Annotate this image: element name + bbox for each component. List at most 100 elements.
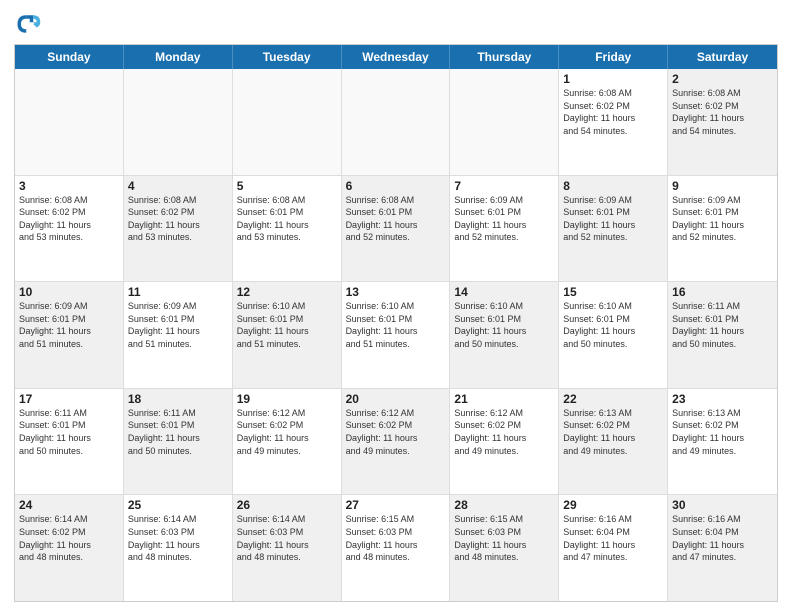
header — [14, 10, 778, 38]
day-info: Sunrise: 6:09 AM Sunset: 6:01 PM Dayligh… — [672, 194, 773, 244]
calendar-cell — [342, 69, 451, 175]
day-number: 3 — [19, 179, 119, 193]
day-number: 12 — [237, 285, 337, 299]
calendar-cell: 14Sunrise: 6:10 AM Sunset: 6:01 PM Dayli… — [450, 282, 559, 388]
calendar-cell: 17Sunrise: 6:11 AM Sunset: 6:01 PM Dayli… — [15, 389, 124, 495]
day-info: Sunrise: 6:16 AM Sunset: 6:04 PM Dayligh… — [672, 513, 773, 563]
day-number: 20 — [346, 392, 446, 406]
weekday-header: Tuesday — [233, 45, 342, 69]
day-number: 24 — [19, 498, 119, 512]
calendar-cell: 3Sunrise: 6:08 AM Sunset: 6:02 PM Daylig… — [15, 176, 124, 282]
day-info: Sunrise: 6:12 AM Sunset: 6:02 PM Dayligh… — [346, 407, 446, 457]
day-info: Sunrise: 6:12 AM Sunset: 6:02 PM Dayligh… — [237, 407, 337, 457]
day-number: 16 — [672, 285, 773, 299]
day-info: Sunrise: 6:08 AM Sunset: 6:02 PM Dayligh… — [19, 194, 119, 244]
calendar-cell: 10Sunrise: 6:09 AM Sunset: 6:01 PM Dayli… — [15, 282, 124, 388]
day-info: Sunrise: 6:11 AM Sunset: 6:01 PM Dayligh… — [19, 407, 119, 457]
day-info: Sunrise: 6:08 AM Sunset: 6:02 PM Dayligh… — [128, 194, 228, 244]
logo — [14, 10, 46, 38]
calendar-cell: 21Sunrise: 6:12 AM Sunset: 6:02 PM Dayli… — [450, 389, 559, 495]
day-number: 21 — [454, 392, 554, 406]
day-number: 13 — [346, 285, 446, 299]
day-number: 19 — [237, 392, 337, 406]
day-number: 5 — [237, 179, 337, 193]
day-number: 14 — [454, 285, 554, 299]
calendar-cell: 18Sunrise: 6:11 AM Sunset: 6:01 PM Dayli… — [124, 389, 233, 495]
calendar-cell: 28Sunrise: 6:15 AM Sunset: 6:03 PM Dayli… — [450, 495, 559, 601]
day-number: 30 — [672, 498, 773, 512]
calendar-cell: 9Sunrise: 6:09 AM Sunset: 6:01 PM Daylig… — [668, 176, 777, 282]
calendar-cell: 20Sunrise: 6:12 AM Sunset: 6:02 PM Dayli… — [342, 389, 451, 495]
day-info: Sunrise: 6:14 AM Sunset: 6:02 PM Dayligh… — [19, 513, 119, 563]
calendar-cell: 12Sunrise: 6:10 AM Sunset: 6:01 PM Dayli… — [233, 282, 342, 388]
calendar-cell — [233, 69, 342, 175]
calendar-header-row: SundayMondayTuesdayWednesdayThursdayFrid… — [15, 45, 777, 69]
page: SundayMondayTuesdayWednesdayThursdayFrid… — [0, 0, 792, 612]
calendar-cell: 5Sunrise: 6:08 AM Sunset: 6:01 PM Daylig… — [233, 176, 342, 282]
calendar-cell: 6Sunrise: 6:08 AM Sunset: 6:01 PM Daylig… — [342, 176, 451, 282]
calendar-cell: 16Sunrise: 6:11 AM Sunset: 6:01 PM Dayli… — [668, 282, 777, 388]
weekday-header: Wednesday — [342, 45, 451, 69]
calendar-cell: 24Sunrise: 6:14 AM Sunset: 6:02 PM Dayli… — [15, 495, 124, 601]
calendar-cell: 27Sunrise: 6:15 AM Sunset: 6:03 PM Dayli… — [342, 495, 451, 601]
logo-icon — [14, 10, 42, 38]
calendar-week-row: 24Sunrise: 6:14 AM Sunset: 6:02 PM Dayli… — [15, 495, 777, 601]
weekday-header: Friday — [559, 45, 668, 69]
calendar-cell — [15, 69, 124, 175]
day-info: Sunrise: 6:16 AM Sunset: 6:04 PM Dayligh… — [563, 513, 663, 563]
day-number: 28 — [454, 498, 554, 512]
day-info: Sunrise: 6:14 AM Sunset: 6:03 PM Dayligh… — [128, 513, 228, 563]
calendar-week-row: 17Sunrise: 6:11 AM Sunset: 6:01 PM Dayli… — [15, 389, 777, 496]
day-number: 23 — [672, 392, 773, 406]
day-info: Sunrise: 6:08 AM Sunset: 6:02 PM Dayligh… — [563, 87, 663, 137]
calendar-cell: 13Sunrise: 6:10 AM Sunset: 6:01 PM Dayli… — [342, 282, 451, 388]
day-info: Sunrise: 6:09 AM Sunset: 6:01 PM Dayligh… — [19, 300, 119, 350]
calendar-cell: 22Sunrise: 6:13 AM Sunset: 6:02 PM Dayli… — [559, 389, 668, 495]
calendar-cell: 4Sunrise: 6:08 AM Sunset: 6:02 PM Daylig… — [124, 176, 233, 282]
day-info: Sunrise: 6:09 AM Sunset: 6:01 PM Dayligh… — [128, 300, 228, 350]
calendar-cell: 7Sunrise: 6:09 AM Sunset: 6:01 PM Daylig… — [450, 176, 559, 282]
calendar-week-row: 1Sunrise: 6:08 AM Sunset: 6:02 PM Daylig… — [15, 69, 777, 176]
day-info: Sunrise: 6:10 AM Sunset: 6:01 PM Dayligh… — [346, 300, 446, 350]
calendar-cell: 8Sunrise: 6:09 AM Sunset: 6:01 PM Daylig… — [559, 176, 668, 282]
day-number: 1 — [563, 72, 663, 86]
calendar-cell: 26Sunrise: 6:14 AM Sunset: 6:03 PM Dayli… — [233, 495, 342, 601]
calendar: SundayMondayTuesdayWednesdayThursdayFrid… — [14, 44, 778, 602]
day-number: 27 — [346, 498, 446, 512]
day-info: Sunrise: 6:08 AM Sunset: 6:02 PM Dayligh… — [672, 87, 773, 137]
day-number: 17 — [19, 392, 119, 406]
day-number: 22 — [563, 392, 663, 406]
calendar-cell — [450, 69, 559, 175]
calendar-cell: 15Sunrise: 6:10 AM Sunset: 6:01 PM Dayli… — [559, 282, 668, 388]
calendar-body: 1Sunrise: 6:08 AM Sunset: 6:02 PM Daylig… — [15, 69, 777, 601]
day-number: 8 — [563, 179, 663, 193]
calendar-week-row: 3Sunrise: 6:08 AM Sunset: 6:02 PM Daylig… — [15, 176, 777, 283]
day-info: Sunrise: 6:08 AM Sunset: 6:01 PM Dayligh… — [346, 194, 446, 244]
calendar-cell: 1Sunrise: 6:08 AM Sunset: 6:02 PM Daylig… — [559, 69, 668, 175]
day-info: Sunrise: 6:11 AM Sunset: 6:01 PM Dayligh… — [128, 407, 228, 457]
day-number: 4 — [128, 179, 228, 193]
calendar-cell: 2Sunrise: 6:08 AM Sunset: 6:02 PM Daylig… — [668, 69, 777, 175]
day-number: 6 — [346, 179, 446, 193]
day-number: 18 — [128, 392, 228, 406]
day-info: Sunrise: 6:08 AM Sunset: 6:01 PM Dayligh… — [237, 194, 337, 244]
day-number: 11 — [128, 285, 228, 299]
day-info: Sunrise: 6:12 AM Sunset: 6:02 PM Dayligh… — [454, 407, 554, 457]
calendar-week-row: 10Sunrise: 6:09 AM Sunset: 6:01 PM Dayli… — [15, 282, 777, 389]
day-number: 9 — [672, 179, 773, 193]
day-number: 25 — [128, 498, 228, 512]
day-info: Sunrise: 6:11 AM Sunset: 6:01 PM Dayligh… — [672, 300, 773, 350]
day-info: Sunrise: 6:15 AM Sunset: 6:03 PM Dayligh… — [346, 513, 446, 563]
day-info: Sunrise: 6:15 AM Sunset: 6:03 PM Dayligh… — [454, 513, 554, 563]
weekday-header: Thursday — [450, 45, 559, 69]
calendar-cell: 29Sunrise: 6:16 AM Sunset: 6:04 PM Dayli… — [559, 495, 668, 601]
day-info: Sunrise: 6:10 AM Sunset: 6:01 PM Dayligh… — [563, 300, 663, 350]
day-number: 26 — [237, 498, 337, 512]
calendar-cell: 19Sunrise: 6:12 AM Sunset: 6:02 PM Dayli… — [233, 389, 342, 495]
day-info: Sunrise: 6:13 AM Sunset: 6:02 PM Dayligh… — [563, 407, 663, 457]
calendar-cell: 25Sunrise: 6:14 AM Sunset: 6:03 PM Dayli… — [124, 495, 233, 601]
calendar-cell: 30Sunrise: 6:16 AM Sunset: 6:04 PM Dayli… — [668, 495, 777, 601]
weekday-header: Saturday — [668, 45, 777, 69]
day-number: 7 — [454, 179, 554, 193]
calendar-cell: 11Sunrise: 6:09 AM Sunset: 6:01 PM Dayli… — [124, 282, 233, 388]
